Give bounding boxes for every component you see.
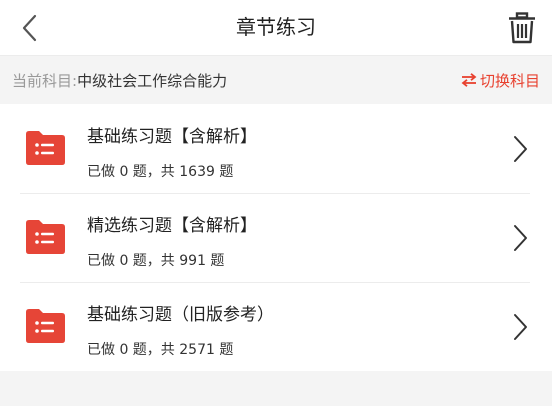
item-title: 精选练习题【含解析】	[87, 216, 257, 236]
swap-arrows-icon	[461, 73, 477, 87]
subject-name: 中级社会工作综合能力	[77, 71, 228, 90]
chevron-right-icon	[514, 136, 527, 162]
page-title: 章节练习	[236, 15, 316, 39]
folder-list-icon	[26, 220, 65, 254]
top-bar: 章节练习	[0, 0, 552, 56]
list-item[interactable]: 基础练习题（旧版参考） 已做 0 题，共 2571 题	[20, 282, 552, 371]
list-item[interactable]: 基础练习题【含解析】 已做 0 题，共 1639 题	[20, 104, 552, 193]
switch-subject-button[interactable]: 切换科目	[461, 56, 540, 104]
item-title: 基础练习题（旧版参考）	[87, 305, 274, 325]
item-progress: 已做 0 题，共 2571 题	[87, 342, 234, 358]
chevron-right-icon	[514, 314, 527, 340]
item-progress: 已做 0 题，共 991 题	[87, 253, 225, 269]
switch-subject-label: 切换科目	[479, 71, 540, 90]
folder-list-icon	[26, 131, 65, 165]
item-title: 基础练习题【含解析】	[87, 127, 257, 147]
list-item[interactable]: 精选练习题【含解析】 已做 0 题，共 991 题	[20, 193, 552, 282]
folder-list-icon	[26, 309, 65, 343]
chapter-list: 基础练习题【含解析】 已做 0 题，共 1639 题 精选练习题【含解析】 已做…	[0, 104, 552, 371]
subject-label: 当前科目:	[12, 71, 78, 90]
chevron-right-icon	[514, 225, 527, 251]
trash-icon	[509, 12, 535, 44]
delete-button[interactable]	[502, 6, 542, 50]
subject-bar: 当前科目: 中级社会工作综合能力 切换科目	[0, 56, 552, 104]
item-progress: 已做 0 题，共 1639 题	[87, 164, 234, 180]
